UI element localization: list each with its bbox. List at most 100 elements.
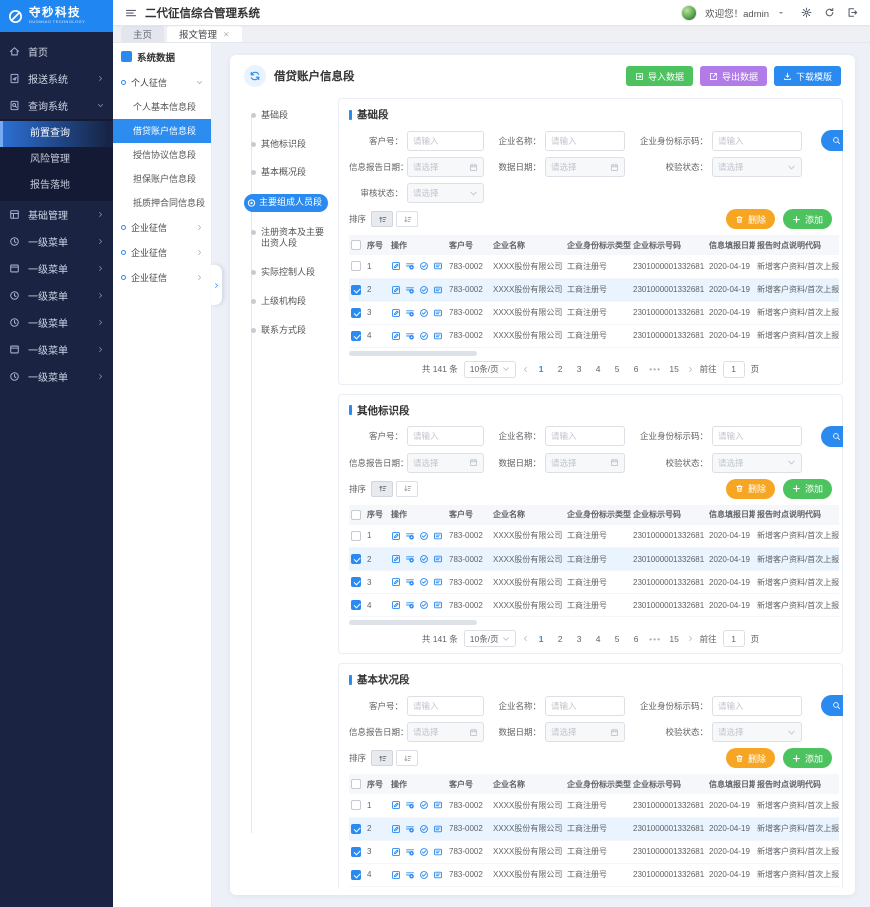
horizontal-scrollbar[interactable] <box>349 351 477 356</box>
panel-item[interactable]: 个人基本信息段 <box>113 95 211 119</box>
caret-down-icon[interactable] <box>777 9 785 17</box>
row-checkbox[interactable] <box>351 870 361 880</box>
anchor-item[interactable]: 联系方式段 <box>244 323 328 339</box>
page-number[interactable]: 5 <box>611 364 624 374</box>
edit-icon[interactable] <box>391 800 401 810</box>
refresh-icon[interactable] <box>824 7 835 18</box>
action-button-2[interactable]: 导出数据 <box>700 66 767 86</box>
text-input[interactable]: 请输入 <box>712 696 802 716</box>
select-all-checkbox[interactable] <box>351 510 361 520</box>
page-number[interactable]: 15 <box>668 634 681 644</box>
anchor-item[interactable]: 上级机构段 <box>244 294 328 310</box>
approve-icon[interactable] <box>419 600 429 610</box>
detail-icon[interactable] <box>405 554 415 564</box>
page-number[interactable]: 2 <box>554 364 567 374</box>
page-number[interactable]: 6 <box>630 634 643 644</box>
anchor-item[interactable]: 基础段 <box>244 108 328 124</box>
chev-right-icon[interactable] <box>687 366 694 373</box>
edit-icon[interactable] <box>391 308 401 318</box>
select[interactable]: 请选择 <box>407 183 484 203</box>
approve-icon[interactable] <box>419 870 429 880</box>
row-checkbox[interactable] <box>351 308 361 318</box>
anchor-item[interactable]: 实际控制人段 <box>244 265 328 281</box>
approve-icon[interactable] <box>419 577 429 587</box>
row-checkbox[interactable] <box>351 824 361 834</box>
card-icon[interactable] <box>433 285 443 295</box>
page-number[interactable]: 4 <box>592 634 605 644</box>
row-checkbox[interactable] <box>351 554 361 564</box>
card-icon[interactable] <box>433 308 443 318</box>
detail-icon[interactable] <box>405 285 415 295</box>
card-icon[interactable] <box>433 847 443 857</box>
page-number[interactable]: 1 <box>535 364 548 374</box>
text-input[interactable]: 请输入 <box>545 426 625 446</box>
delete-button[interactable]: 删除 <box>726 748 775 768</box>
page-number[interactable]: 3 <box>573 634 586 644</box>
row-checkbox[interactable] <box>351 531 361 541</box>
date-picker[interactable]: 请选择 <box>545 157 625 177</box>
panel-item[interactable]: 担保账户信息段 <box>113 167 211 191</box>
edit-icon[interactable] <box>391 285 401 295</box>
panel-group[interactable]: 企业征信 <box>113 240 211 265</box>
page-size-select[interactable]: 10条/页 <box>464 361 516 378</box>
text-input[interactable]: 请输入 <box>407 696 484 716</box>
sidebar-subitem[interactable]: 风险管理 <box>0 147 113 173</box>
tab-message[interactable]: 报文管理 <box>167 26 242 42</box>
card-icon[interactable] <box>433 870 443 880</box>
card-icon[interactable] <box>433 600 443 610</box>
sidebar-item[interactable]: 基础管理 <box>0 201 113 228</box>
panel-group[interactable]: 企业征信 <box>113 265 211 290</box>
select[interactable]: 请选择 <box>712 453 802 473</box>
page-size-select[interactable]: 10条/页 <box>464 630 516 647</box>
text-input[interactable]: 请输入 <box>712 131 802 151</box>
approve-icon[interactable] <box>419 331 429 341</box>
edit-icon[interactable] <box>391 847 401 857</box>
detail-icon[interactable] <box>405 847 415 857</box>
page-number[interactable]: 3 <box>573 364 586 374</box>
panel-group[interactable]: 个人征信 <box>113 70 211 95</box>
delete-button[interactable]: 删除 <box>726 479 775 499</box>
approve-icon[interactable] <box>419 554 429 564</box>
edit-icon[interactable] <box>391 531 401 541</box>
approve-icon[interactable] <box>419 308 429 318</box>
select[interactable]: 请选择 <box>712 722 802 742</box>
page-number[interactable]: 5 <box>611 634 624 644</box>
sidebar-item[interactable]: 一级菜单 <box>0 255 113 282</box>
sort-asc-button[interactable] <box>371 750 393 766</box>
card-icon[interactable] <box>433 554 443 564</box>
approve-icon[interactable] <box>419 847 429 857</box>
add-button[interactable]: 添加 <box>783 209 832 229</box>
panel-item[interactable]: 借贷账户信息段 <box>113 119 211 143</box>
add-button[interactable]: 添加 <box>783 479 832 499</box>
row-checkbox[interactable] <box>351 331 361 341</box>
detail-icon[interactable] <box>405 308 415 318</box>
card-icon[interactable] <box>433 800 443 810</box>
horizontal-scrollbar[interactable] <box>349 620 477 625</box>
text-input[interactable]: 请输入 <box>407 131 484 151</box>
sidebar-subitem[interactable]: 前置查询 <box>0 121 113 147</box>
edit-icon[interactable] <box>391 824 401 834</box>
detail-icon[interactable] <box>405 531 415 541</box>
search-button[interactable]: 查询 <box>821 426 843 447</box>
approve-icon[interactable] <box>419 261 429 271</box>
approve-icon[interactable] <box>419 824 429 834</box>
sidebar-item[interactable]: 一级菜单 <box>0 282 113 309</box>
close-icon[interactable] <box>223 31 230 38</box>
detail-icon[interactable] <box>405 600 415 610</box>
card-icon[interactable] <box>433 261 443 271</box>
row-checkbox[interactable] <box>351 285 361 295</box>
card-icon[interactable] <box>433 824 443 834</box>
settings-icon[interactable] <box>801 7 812 18</box>
sort-asc-button[interactable] <box>371 211 393 227</box>
panel-item[interactable]: 授信协议信息段 <box>113 143 211 167</box>
row-checkbox[interactable] <box>351 600 361 610</box>
panel-collapse-handle[interactable] <box>211 265 222 305</box>
card-icon[interactable] <box>433 577 443 587</box>
add-button[interactable]: 添加 <box>783 748 832 768</box>
sort-desc-button[interactable] <box>396 211 418 227</box>
detail-icon[interactable] <box>405 577 415 587</box>
edit-icon[interactable] <box>391 331 401 341</box>
detail-icon[interactable] <box>405 261 415 271</box>
sort-desc-button[interactable] <box>396 750 418 766</box>
row-checkbox[interactable] <box>351 261 361 271</box>
